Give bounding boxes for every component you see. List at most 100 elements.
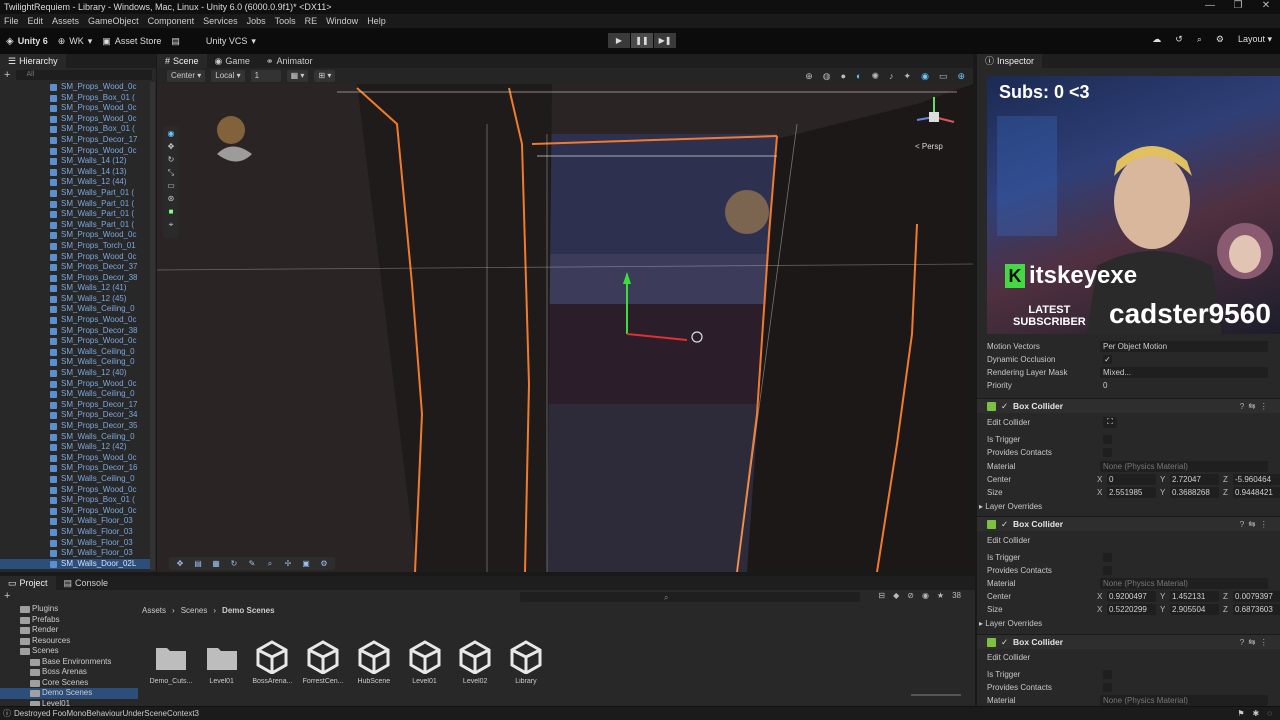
material-3-field[interactable]: None (Physics Material) [1100, 695, 1268, 706]
hierarchy-item[interactable]: SM_Walls_Ceiling_0 [0, 432, 150, 443]
breadcrumb-demo-scenes[interactable]: Demo Scenes [222, 606, 274, 615]
debug-icon[interactable]: ⚑ [1237, 709, 1244, 718]
edit-collider-1-button[interactable]: ⛶ [1103, 417, 1117, 428]
add-icon[interactable]: + [4, 590, 10, 602]
enabled-check-icon[interactable]: ✓ [1001, 635, 1008, 650]
custom-tool-icon[interactable]: ■ [166, 206, 177, 217]
box-collider-3-header[interactable]: ✓ Box Collider ?⇆⋮ [977, 634, 1280, 649]
rect-tool-icon[interactable]: ▭ [166, 180, 177, 191]
shading-lit-icon[interactable]: ◐ [856, 71, 861, 82]
motion-vectors-dropdown[interactable]: Per Object Motion [1100, 341, 1268, 352]
scale-tool-icon[interactable]: ⤡ [166, 167, 177, 178]
hierarchy-item[interactable]: SM_Walls_12 (42) [0, 442, 150, 453]
camera-overlay-icon[interactable]: ▣ [299, 559, 313, 569]
hierarchy-item[interactable]: SM_Walls_14 (13) [0, 167, 150, 178]
play-button[interactable]: ▶ [608, 33, 630, 48]
refresh-overlay-icon[interactable]: ↻ [227, 559, 241, 569]
hierarchy-item[interactable]: SM_Walls_Part_01 ( [0, 209, 150, 220]
rotate-tool-icon[interactable]: ↻ [166, 154, 177, 165]
project-tree-item[interactable]: Plugins [0, 604, 138, 615]
visibility-icon[interactable]: ◉ [921, 71, 929, 82]
hierarchy-item[interactable]: SM_Props_Wood_0c [0, 336, 150, 347]
hierarchy-item[interactable]: SM_Walls_Part_01 ( [0, 199, 150, 210]
hierarchy-item[interactable]: SM_Props_Wood_0c [0, 453, 150, 464]
add-icon[interactable]: + [4, 69, 10, 81]
hierarchy-item[interactable]: SM_Props_Decor_35 [0, 421, 150, 432]
settings-overlay-icon[interactable]: ⚙ [317, 559, 331, 569]
asset-item[interactable]: ForrestCen... [298, 640, 348, 685]
size-1-z[interactable]: 0.9448421 [1233, 487, 1280, 498]
close-button[interactable]: ✕ [1252, 0, 1280, 11]
grid-snap-field[interactable]: 1 [250, 70, 281, 82]
menu-services[interactable]: Services [203, 16, 238, 26]
layer-overrides-2-row[interactable]: ▸ Layer Overrides [979, 617, 1264, 630]
progress-icon[interactable]: ◌ [1267, 709, 1272, 718]
center-2-z[interactable]: 0.0079397 [1233, 591, 1280, 602]
account-dropdown[interactable]: ⊕ WK ▾ [58, 36, 93, 47]
hierarchy-item[interactable]: SM_Props_Wood_0c [0, 506, 150, 517]
hierarchy-item[interactable]: SM_Walls_Door_02L [0, 558, 150, 570]
audio-icon[interactable]: ♪ [889, 71, 894, 82]
size-2-y[interactable]: 2.905504 [1170, 604, 1219, 615]
hierarchy-item[interactable]: SM_Props_Wood_0c [0, 230, 150, 241]
rendering-layer-dropdown[interactable]: Mixed... [1100, 367, 1268, 378]
filter-type-icon[interactable]: ⊟ [878, 591, 885, 600]
hierarchy-item[interactable]: SM_Props_Box_01 ( [0, 495, 150, 506]
space-dropdown[interactable]: Local ▾ [211, 70, 245, 82]
transform-tool-icon[interactable]: ⊛ [166, 193, 177, 204]
cloud-icon[interactable]: ☁ [1152, 34, 1161, 45]
menu-re[interactable]: RE [305, 16, 318, 26]
hierarchy-item[interactable]: SM_Props_Wood_0c [0, 114, 150, 125]
paint-overlay-icon[interactable]: ✎ [245, 559, 259, 569]
provides-contacts-1-checkbox[interactable] [1103, 448, 1112, 457]
hierarchy-item[interactable]: SM_Walls_12 (44) [0, 177, 150, 188]
asset-store-button[interactable]: ▣ Asset Store [102, 36, 161, 47]
settings-icon[interactable]: ⚙ [1216, 34, 1224, 45]
size-1-x[interactable]: 2.551985 [1107, 487, 1156, 498]
hierarchy-item[interactable]: SM_Props_Wood_0c [0, 315, 150, 326]
grid-toggle[interactable]: ▦ ▾ [286, 70, 309, 82]
history-icon[interactable]: ↺ [1175, 34, 1183, 45]
provides-contacts-3-checkbox[interactable] [1103, 683, 1112, 692]
asset-item[interactable]: Level01 [400, 640, 450, 685]
vcs-dropdown[interactable]: Unity VCS ▾ [206, 36, 256, 47]
gizmos-icon[interactable]: ⊕ [957, 71, 965, 82]
center-1-y[interactable]: 2.72047 [1170, 474, 1219, 485]
center-2-y[interactable]: 1.452131 [1170, 591, 1219, 602]
hierarchy-item[interactable]: SM_Walls_Floor_03 [0, 527, 150, 538]
projection-label[interactable]: < Persp [915, 142, 943, 151]
tab-project[interactable]: ▭ Project [0, 576, 56, 590]
tab-inspector[interactable]: ⓘ Inspector [977, 54, 1043, 68]
hierarchy-item[interactable]: SM_Walls_Part_01 ( [0, 220, 150, 231]
material-1-field[interactable]: None (Physics Material) [1100, 461, 1268, 472]
project-tree-item[interactable]: Base Environments [0, 657, 138, 668]
shading-wire-icon[interactable]: ◍ [823, 71, 831, 82]
status-message[interactable]: Destroyed FooMonoBehaviourUnderSceneCont… [14, 709, 199, 718]
menu-window[interactable]: Window [326, 16, 358, 26]
component-menu-icon[interactable]: ?⇆⋮ [1240, 399, 1272, 414]
hierarchy-item[interactable]: SM_Props_Wood_0c [0, 252, 150, 263]
project-tree-item[interactable]: Resources [0, 636, 138, 647]
hierarchy-item[interactable]: SM_Props_Decor_37 [0, 262, 150, 273]
search-icon[interactable]: ⌕ [1197, 34, 1202, 45]
center-1-z[interactable]: -5.960464 [1233, 474, 1280, 485]
unity-logo-button[interactable]: ◈ Unity 6 [6, 36, 48, 47]
scene-gizmo[interactable]: < Persp [909, 92, 959, 152]
hierarchy-item[interactable]: SM_Walls_Ceiling_0 [0, 357, 150, 368]
asset-item[interactable]: HubScene [349, 640, 399, 685]
layer-overrides-1-row[interactable]: ▸ Layer Overrides [979, 500, 1264, 513]
shading-solid-icon[interactable]: ● [841, 71, 846, 82]
visibility-icon[interactable]: ◉ [922, 591, 929, 600]
asset-item[interactable]: Level01 [197, 640, 247, 685]
asset-item[interactable]: Library [501, 640, 551, 685]
hierarchy-item[interactable]: SM_Walls_Floor_03 [0, 516, 150, 527]
tab-game[interactable]: ◉ Game [207, 54, 258, 68]
filter-label-icon[interactable]: ◆ [893, 591, 899, 600]
hierarchy-item[interactable]: SM_Props_Wood_0c [0, 146, 150, 157]
enabled-check-icon[interactable]: ✓ [1001, 517, 1008, 532]
tab-animator[interactable]: ⚭ Animator [258, 54, 321, 68]
collider-tool-icon[interactable]: ⌖ [166, 219, 177, 230]
orientation-icon[interactable]: ⊕ [805, 71, 813, 82]
tab-console[interactable]: ▤ Console [56, 576, 117, 590]
hierarchy-item[interactable]: SM_Props_Decor_38 [0, 326, 150, 337]
